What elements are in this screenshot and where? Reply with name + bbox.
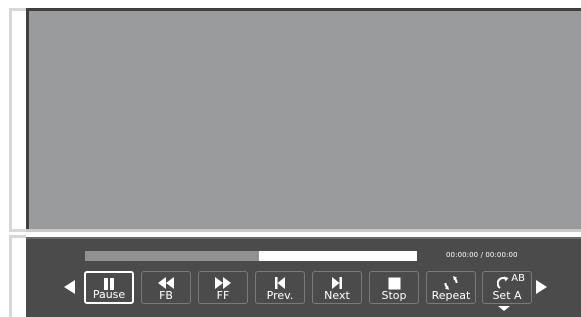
pause-button[interactable]: Pause — [84, 271, 134, 304]
fast-forward-button[interactable]: FF — [198, 271, 248, 304]
previous-label: Prev. — [266, 289, 294, 302]
outer-frame-bottom — [9, 235, 26, 317]
fast-backward-button[interactable]: FB — [141, 271, 191, 304]
chevron-down-icon — [498, 306, 510, 311]
scroll-right-arrow-icon[interactable] — [536, 280, 547, 294]
outer-frame-top — [9, 8, 26, 232]
ab-superscript: AB — [511, 273, 525, 284]
next-button[interactable]: Next — [312, 271, 362, 304]
pause-label: Pause — [92, 288, 126, 301]
player-window: 00:00:00 / 00:00:00 Pause FB FF Prev. Ne… — [0, 0, 581, 317]
next-label: Next — [324, 289, 350, 302]
scroll-left-arrow-icon[interactable] — [64, 280, 75, 294]
repeat-button[interactable]: Repeat — [426, 271, 476, 304]
previous-button[interactable]: Prev. — [255, 271, 305, 304]
set-a-label: Set A — [492, 289, 522, 302]
fast-backward-label: FB — [159, 289, 173, 302]
time-readout: 00:00:00 / 00:00:00 — [446, 251, 518, 259]
progress-bar[interactable] — [85, 251, 417, 261]
set-a-button[interactable]: AB Set A — [482, 271, 532, 304]
stop-label: Stop — [381, 289, 407, 302]
video-divider — [26, 229, 581, 232]
repeat-label: Repeat — [431, 289, 471, 302]
stop-button[interactable]: Stop — [369, 271, 419, 304]
video-display[interactable] — [26, 8, 581, 232]
fast-forward-label: FF — [216, 289, 230, 302]
progress-bar-fill — [85, 251, 260, 261]
